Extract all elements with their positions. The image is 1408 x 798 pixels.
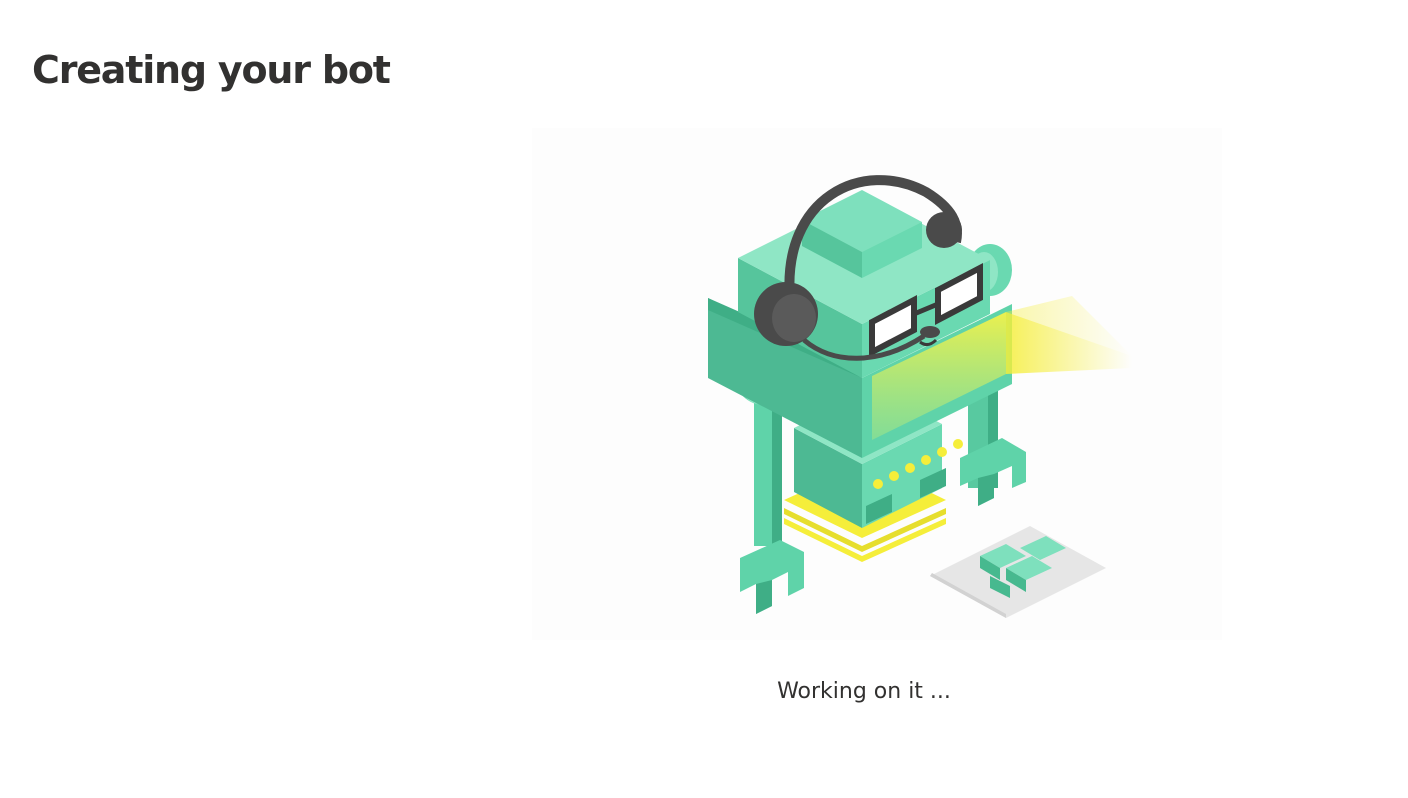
page-title: Creating your bot	[32, 48, 391, 92]
robot-illustration	[532, 128, 1222, 640]
status-message: Working on it ...	[777, 679, 951, 704]
keyboard-pad	[930, 526, 1106, 618]
